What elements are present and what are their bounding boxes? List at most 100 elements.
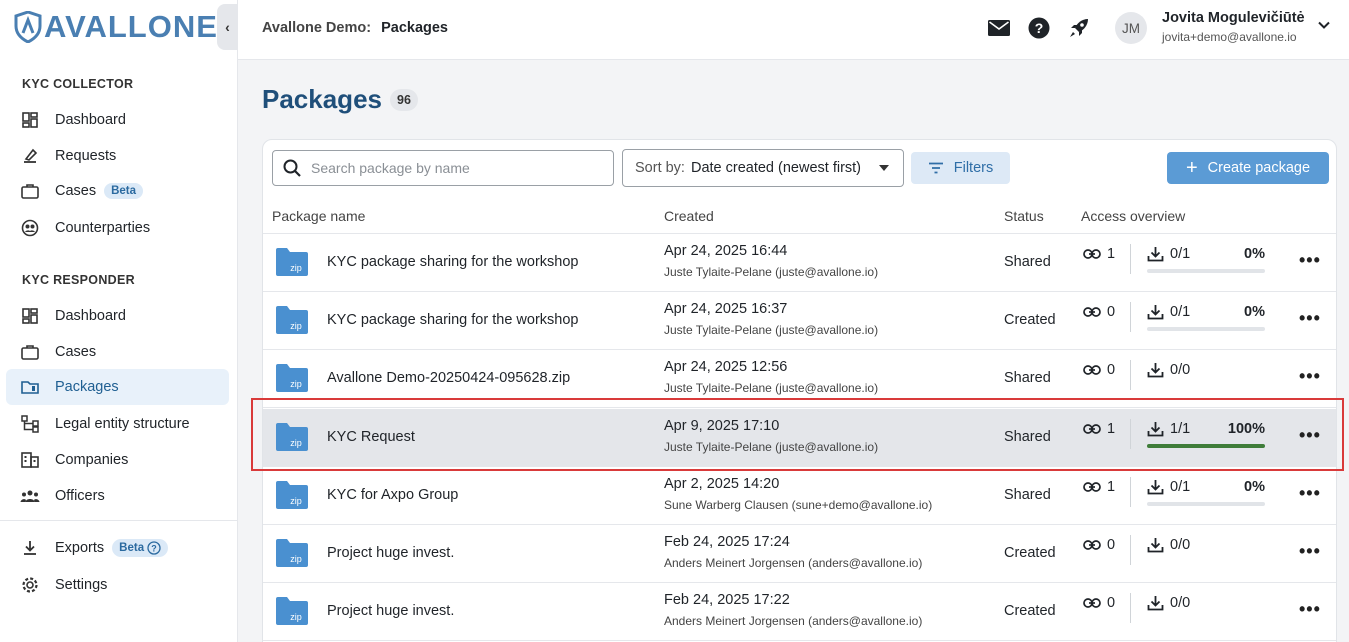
breadcrumb-org[interactable]: Avallone Demo: xyxy=(262,20,371,36)
sort-select[interactable]: Sort by: Date created (newest first) xyxy=(622,149,904,187)
link-count: 0 xyxy=(1107,537,1116,553)
plus-icon: + xyxy=(1185,157,1198,179)
download-count: 0/0 xyxy=(1170,595,1191,612)
package-folder-icon xyxy=(20,377,40,397)
package-name[interactable]: KYC package sharing for the workshop xyxy=(327,254,578,270)
table-row[interactable]: zip Project huge invest. Feb 24, 2025 17:2… xyxy=(263,583,1336,642)
more-options-icon[interactable]: ••• xyxy=(1299,599,1321,620)
sidebar-item-label: Dashboard xyxy=(55,308,126,324)
sidebar-item-legal-entity-structure[interactable]: Legal entity structure xyxy=(6,406,229,442)
svg-text:zip: zip xyxy=(290,612,302,622)
package-name[interactable]: KYC for Axpo Group xyxy=(327,487,458,503)
search-box[interactable] xyxy=(272,150,614,186)
column-separator xyxy=(1130,418,1131,449)
sidebar-item-officers[interactable]: Officers xyxy=(6,478,229,514)
progress-fill xyxy=(1147,443,1265,448)
sidebar-item-label: Cases xyxy=(55,344,97,360)
link-icon xyxy=(1083,540,1101,550)
column-separator xyxy=(1130,360,1131,391)
progress-bar xyxy=(1147,327,1265,332)
page-title: Packages xyxy=(262,84,382,114)
avatar[interactable]: JM xyxy=(1115,12,1147,44)
search-input[interactable] xyxy=(311,160,601,176)
download-percent: 0% xyxy=(1244,304,1265,321)
svg-text:?: ? xyxy=(151,544,157,554)
status-badge: Shared xyxy=(1004,370,1051,387)
link-icon xyxy=(1083,598,1101,609)
download-count: 0/1 xyxy=(1170,304,1191,321)
create-package-label: Create package xyxy=(1207,160,1311,176)
more-options-icon[interactable]: ••• xyxy=(1299,366,1321,387)
mail-icon[interactable] xyxy=(987,16,1011,40)
sidebar-item-label: Packages xyxy=(55,379,119,395)
column-separator xyxy=(1130,476,1131,507)
table-row[interactable]: zip KYC package sharing for the workshop A… xyxy=(263,292,1336,351)
package-name[interactable]: KYC Request xyxy=(327,429,415,445)
create-package-button[interactable]: + Create package xyxy=(1167,152,1329,184)
sort-value: Date created (newest first) xyxy=(690,160,862,176)
table-row[interactable]: zip Avallone Demo-20250424-095628.zip Apr … xyxy=(263,350,1336,409)
table-row[interactable]: zip KYC Request Apr 9, 2025 17:10 Juste Tyl… xyxy=(263,408,1336,467)
column-header-package-name[interactable]: Package name xyxy=(272,208,365,224)
link-icon xyxy=(1083,481,1101,492)
download-icon xyxy=(1147,479,1164,495)
created-date: Apr 24, 2025 16:37 xyxy=(664,301,788,318)
filters-label: Filters xyxy=(953,160,994,176)
download-icon xyxy=(1147,363,1164,378)
sidebar-item-label: Legal entity structure xyxy=(55,416,190,432)
more-options-icon[interactable]: ••• xyxy=(1299,250,1321,271)
rocket-icon[interactable] xyxy=(1067,16,1091,40)
sidebar-item-collector-cases[interactable]: Cases Beta xyxy=(6,173,229,209)
sidebar-item-label: Exports xyxy=(55,540,105,556)
sidebar-item-requests[interactable]: Requests xyxy=(6,138,229,174)
collapse-sidebar-button[interactable]: ‹ xyxy=(217,4,238,50)
more-options-icon[interactable]: ••• xyxy=(1299,425,1321,446)
more-options-icon[interactable]: ••• xyxy=(1299,308,1321,329)
created-date: Apr 24, 2025 16:44 xyxy=(664,243,788,259)
filters-button[interactable]: Filters xyxy=(911,152,1010,184)
sidebar-item-label: Officers xyxy=(55,488,105,504)
link-icon xyxy=(1083,365,1101,376)
user-name: Jovita Mogulevičiūtė xyxy=(1162,10,1305,26)
share-links: 1 xyxy=(1083,246,1115,262)
sidebar-item-exports[interactable]: Exports Beta? xyxy=(6,530,229,566)
help-icon[interactable]: ? xyxy=(1027,16,1051,40)
table-row[interactable]: zip KYC for Axpo Group Apr 2, 2025 14:20 Su… xyxy=(263,467,1336,525)
sidebar-item-packages[interactable]: Packages xyxy=(6,369,229,405)
column-header-status[interactable]: Status xyxy=(1004,208,1044,224)
column-separator xyxy=(1130,302,1131,333)
more-options-icon[interactable]: ••• xyxy=(1299,541,1321,562)
sidebar-item-settings[interactable]: Settings xyxy=(6,567,229,603)
table-row[interactable]: zip Project huge invest. Feb 24, 2025 17:2… xyxy=(263,525,1336,583)
package-name[interactable]: KYC package sharing for the workshop xyxy=(327,312,578,328)
help-circle-icon[interactable]: ? xyxy=(147,541,161,555)
sidebar-item-responder-dashboard[interactable]: Dashboard xyxy=(6,298,229,334)
download-percent: 0% xyxy=(1244,246,1265,262)
shield-logo-icon xyxy=(14,11,42,43)
download-percent: 0% xyxy=(1244,478,1265,495)
downloads: 1/1 xyxy=(1147,421,1190,437)
table-row[interactable]: zip KYC package sharing for the workshop A… xyxy=(263,234,1336,292)
zip-folder-icon: zip xyxy=(276,480,308,509)
downloads: 0/0 xyxy=(1147,595,1190,611)
brand-name: AVALLONE xyxy=(44,9,218,44)
svg-text:zip: zip xyxy=(290,554,302,564)
created-date: Feb 24, 2025 17:24 xyxy=(664,534,790,550)
link-count: 0 xyxy=(1107,595,1116,612)
sidebar-item-responder-cases[interactable]: Cases xyxy=(6,334,229,370)
chevron-down-icon[interactable] xyxy=(1317,18,1331,37)
created-by: Anders Meinert Jorgensen (anders@avallon… xyxy=(664,556,923,570)
package-name[interactable]: Avallone Demo-20250424-095628.zip xyxy=(327,370,570,386)
zip-folder-icon: zip xyxy=(276,422,308,451)
column-header-created[interactable]: Created xyxy=(664,208,714,224)
filter-icon xyxy=(928,162,943,174)
sidebar-item-counterparties[interactable]: Counterparties xyxy=(6,210,229,246)
more-options-icon[interactable]: ••• xyxy=(1299,483,1321,504)
package-name[interactable]: Project huge invest. xyxy=(327,545,454,561)
package-name[interactable]: Project huge invest. xyxy=(327,603,454,619)
brand-logo[interactable]: AVALLONE xyxy=(14,9,218,44)
dashboard-icon xyxy=(20,306,40,326)
status-badge: Shared xyxy=(1004,486,1051,503)
sidebar-item-collector-dashboard[interactable]: Dashboard xyxy=(6,102,229,138)
sidebar-item-companies[interactable]: Companies xyxy=(6,442,229,478)
